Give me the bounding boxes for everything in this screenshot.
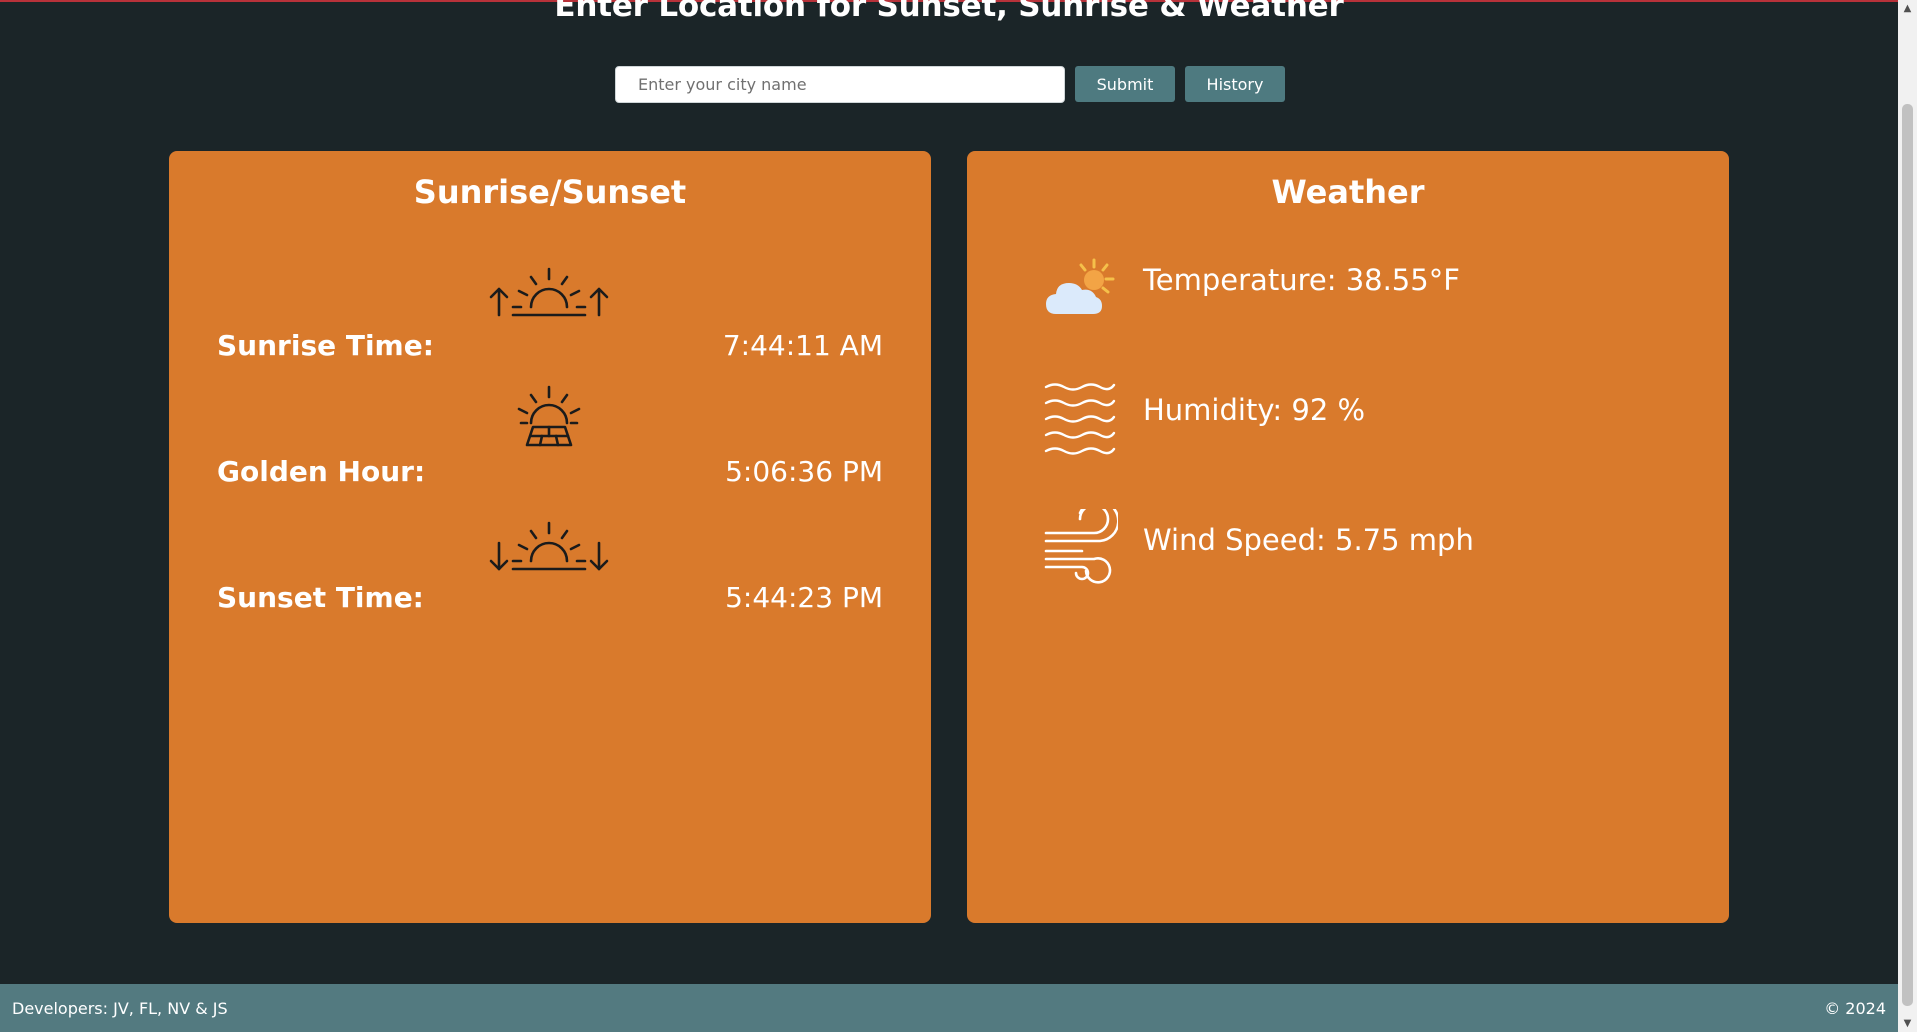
scroll-up-arrow-icon[interactable]: ▲	[1898, 0, 1917, 17]
humidity-waves-icon	[1042, 379, 1118, 455]
history-button[interactable]: History	[1185, 66, 1285, 102]
sunrise-label: Sunrise Time:	[217, 329, 434, 362]
sunrise-value: 7:44:11 AM	[722, 329, 883, 362]
golden-hour-icon	[487, 385, 611, 449]
humidity-text: Humidity: 92 %	[1143, 393, 1366, 427]
sunset-label: Sunset Time:	[217, 581, 424, 614]
page: Enter Location for Sunset, Sunrise & Wea…	[0, 0, 1898, 1032]
sunrise-icon	[487, 259, 611, 323]
golden-hour-value: 5:06:36 PM	[725, 455, 883, 488]
partly-cloudy-icon	[1042, 254, 1118, 330]
vertical-scrollbar[interactable]: ▲ ▼	[1898, 0, 1917, 1032]
search-bar: Submit History	[0, 66, 1898, 103]
sunset-icon	[487, 513, 611, 577]
city-search-input[interactable]	[615, 66, 1065, 103]
temperature-text: Temperature: 38.55°F	[1143, 263, 1460, 297]
sunrise-sunset-title: Sunrise/Sunset	[413, 173, 687, 211]
weather-card: Weather Temperature: 38.55°F Humidity: 9…	[967, 151, 1729, 923]
footer-developers: Developers: JV, FL, NV & JS	[12, 998, 228, 1018]
golden-hour-label: Golden Hour:	[217, 455, 426, 488]
wind-icon	[1042, 509, 1118, 585]
submit-button[interactable]: Submit	[1075, 66, 1175, 102]
sunrise-sunset-card: Sunrise/Sunset Sunrise Time: 7:44:11 AM	[169, 151, 931, 923]
weather-title: Weather	[1271, 173, 1425, 211]
wind-speed-text: Wind Speed: 5.75 mph	[1143, 523, 1474, 557]
page-title: Enter Location for Sunset, Sunrise & Wea…	[554, 0, 1344, 24]
footer-copyright: © 2024	[1824, 998, 1886, 1018]
footer: Developers: JV, FL, NV & JS © 2024	[0, 984, 1898, 1032]
scroll-down-arrow-icon[interactable]: ▼	[1898, 1015, 1917, 1032]
scrollbar-thumb[interactable]	[1902, 104, 1913, 1006]
sunset-value: 5:44:23 PM	[725, 581, 883, 614]
